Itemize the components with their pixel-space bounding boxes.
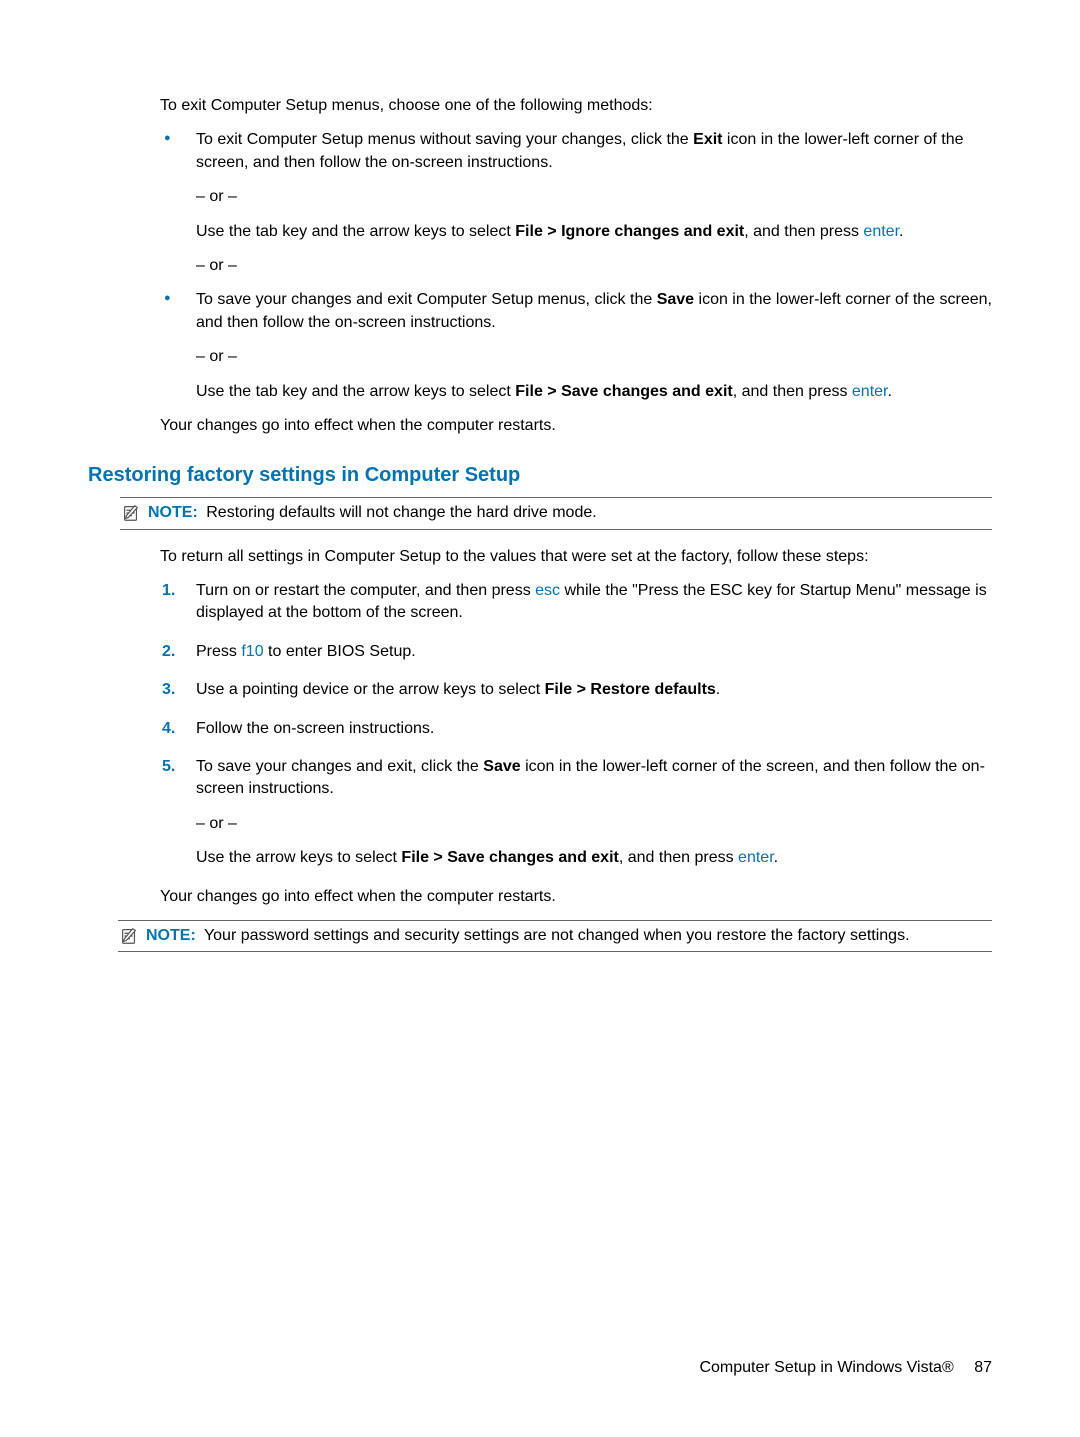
or-separator: – or – — [196, 346, 992, 368]
list-item: Press f10 to enter BIOS Setup. — [160, 641, 992, 663]
steps-intro: To return all settings in Computer Setup… — [160, 546, 992, 568]
list-paragraph: To exit Computer Setup menus without sav… — [196, 129, 992, 174]
main-content: To exit Computer Setup menus, choose one… — [160, 95, 992, 952]
note-icon — [118, 926, 140, 946]
note-box: NOTE: Restoring defaults will not change… — [120, 497, 992, 529]
or-separator: – or – — [196, 186, 992, 208]
page-footer: Computer Setup in Windows Vista® 87 — [699, 1357, 992, 1379]
note-text: NOTE: Restoring defaults will not change… — [148, 502, 992, 524]
step-paragraph: To save your changes and exit, click the… — [196, 756, 992, 801]
section-heading: Restoring factory settings in Computer S… — [88, 461, 992, 489]
list-item: Follow the on-screen instructions. — [160, 718, 992, 740]
or-separator: – or – — [196, 255, 992, 277]
step-paragraph: Use the arrow keys to select File > Save… — [196, 847, 992, 869]
steps-list: Turn on or restart the computer, and the… — [160, 580, 992, 870]
list-paragraph: Use the tab key and the arrow keys to se… — [196, 381, 992, 403]
list-paragraph: Use the tab key and the arrow keys to se… — [196, 221, 992, 243]
note-box: NOTE: Your password settings and securit… — [118, 920, 992, 952]
list-item: Use a pointing device or the arrow keys … — [160, 679, 992, 701]
list-paragraph: To save your changes and exit Computer S… — [196, 289, 992, 334]
list-item: To exit Computer Setup menus without sav… — [160, 129, 992, 277]
list-item: To save your changes and exit Computer S… — [160, 289, 992, 403]
footer-text: Computer Setup in Windows Vista® — [699, 1359, 953, 1376]
effect-paragraph: Your changes go into effect when the com… — [160, 415, 992, 437]
list-item: To save your changes and exit, click the… — [160, 756, 992, 870]
or-separator: – or – — [196, 813, 992, 835]
effect-paragraph: Your changes go into effect when the com… — [160, 886, 992, 908]
page-number: 87 — [974, 1359, 992, 1376]
note-icon — [120, 503, 142, 523]
intro-paragraph: To exit Computer Setup menus, choose one… — [160, 95, 992, 117]
exit-methods-list: To exit Computer Setup menus without sav… — [160, 129, 992, 403]
list-item: Turn on or restart the computer, and the… — [160, 580, 992, 625]
note-text: NOTE: Your password settings and securit… — [146, 925, 992, 947]
